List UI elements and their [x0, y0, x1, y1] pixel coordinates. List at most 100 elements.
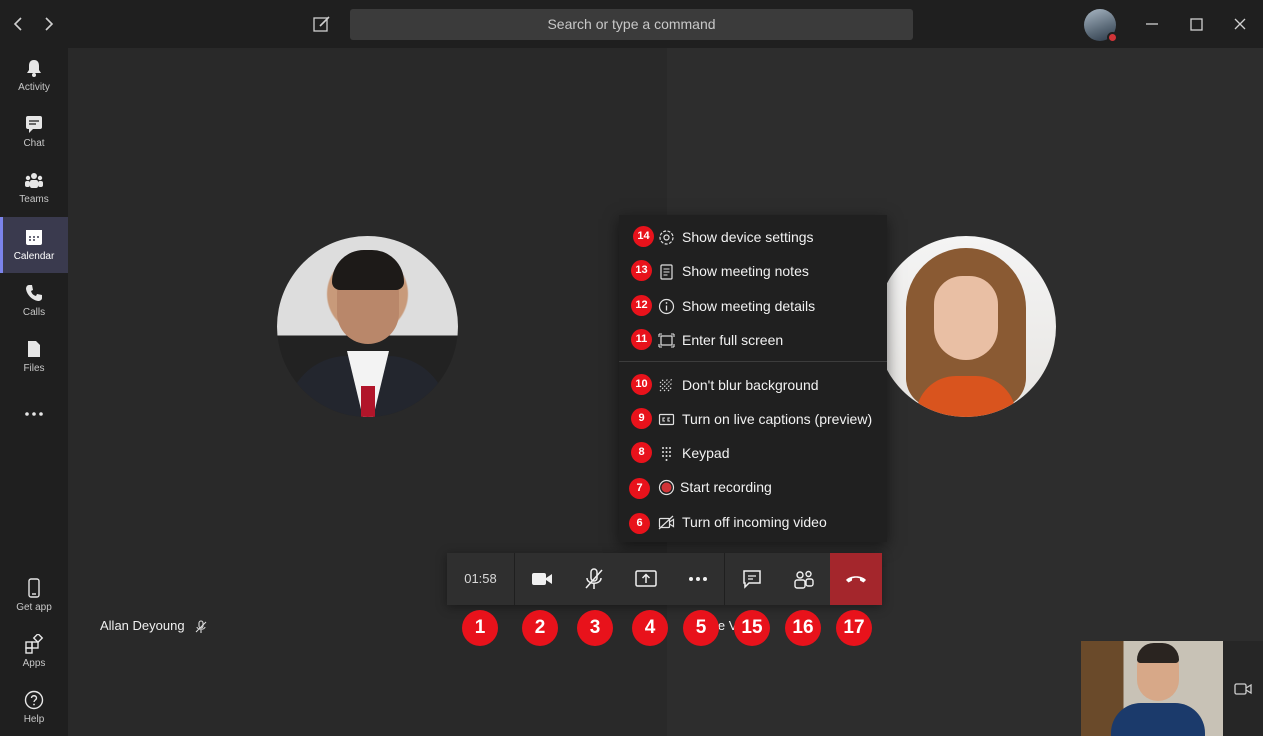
show-conversation-button[interactable]: [726, 553, 778, 605]
menu-item-meeting-notes[interactable]: 13 Show meeting notes: [619, 254, 887, 288]
blur-icon: [659, 378, 673, 392]
menu-item-label: Show meeting notes: [682, 263, 809, 279]
callout-badge: 1: [462, 610, 498, 646]
menu-item-keypad[interactable]: 8 Keypad: [619, 436, 887, 470]
menu-item-full-screen[interactable]: 11 Enter full screen: [619, 323, 887, 357]
camera-icon: [532, 573, 552, 585]
sidebar-item-get-app[interactable]: Get app: [0, 568, 68, 624]
more-icon: [25, 412, 43, 416]
share-screen-button[interactable]: [620, 553, 672, 605]
callout-badge: 13: [631, 260, 652, 281]
callout-badge: 14: [633, 226, 654, 247]
hang-up-icon: [846, 576, 866, 583]
show-participants-button[interactable]: [778, 553, 830, 605]
menu-item-label: Start recording: [680, 479, 772, 495]
callout-badge: 11: [631, 329, 652, 350]
callout-badge: 4: [632, 610, 668, 646]
sidebar-item-label: Activity: [18, 82, 50, 93]
chat-icon: [26, 116, 42, 133]
sidebar-item-label: Chat: [23, 138, 45, 149]
compose-icon: [313, 16, 330, 32]
menu-item-meeting-details[interactable]: 12 Show meeting details: [619, 289, 887, 323]
app-bar: Activity Chat Teams Calendar Calls Files…: [0, 48, 68, 736]
phone-icon: [26, 285, 42, 301]
avatar[interactable]: [1084, 9, 1118, 43]
mic-off-icon: [585, 568, 603, 589]
file-icon: [28, 341, 40, 357]
sidebar-item-help[interactable]: Help: [0, 680, 68, 736]
back-button[interactable]: [8, 12, 30, 36]
info-icon: [658, 298, 675, 315]
search-input[interactable]: Search or type a command: [350, 9, 913, 40]
self-video-preview[interactable]: [1081, 641, 1223, 736]
sidebar-item-label: Files: [23, 363, 45, 374]
callout-badge: 7: [629, 478, 650, 499]
menu-item-live-captions[interactable]: 9 Turn on live captions (preview): [619, 402, 887, 436]
participant-name: Allan Deyoung: [100, 618, 185, 633]
keypad-icon: [662, 447, 671, 461]
sidebar-item-label: Apps: [22, 658, 46, 669]
camera-toggle-button[interactable]: [516, 553, 568, 605]
sidebar-item-label: Teams: [19, 194, 49, 205]
video-icon: [1234, 683, 1252, 695]
toolbar-divider: [724, 553, 725, 605]
sidebar-item-label: Calls: [22, 307, 46, 318]
sidebar-item-apps[interactable]: Apps: [0, 624, 68, 680]
callout-badge: 5: [683, 610, 719, 646]
sidebar-item-more[interactable]: [0, 386, 68, 442]
share-screen-icon: [635, 570, 657, 587]
participant-avatar-allan: [277, 236, 458, 417]
menu-item-label: Turn on live captions (preview): [682, 411, 873, 427]
sidebar-item-chat[interactable]: Chat: [0, 104, 68, 160]
chevron-left-icon: [13, 17, 22, 31]
minimize-button[interactable]: [1140, 12, 1164, 36]
callout-badge: 12: [631, 295, 652, 316]
callout-badge: 6: [629, 513, 650, 534]
help-icon: [24, 690, 44, 710]
minimize-icon: [1146, 23, 1158, 25]
mic-toggle-button[interactable]: [568, 553, 620, 605]
callout-badge: 2: [522, 610, 558, 646]
close-button[interactable]: [1228, 12, 1252, 36]
maximize-button[interactable]: [1184, 12, 1208, 36]
more-options-icon: [689, 577, 707, 581]
mobile-icon: [28, 578, 40, 598]
teams-icon: [25, 173, 43, 188]
sidebar-item-calls[interactable]: Calls: [0, 273, 68, 329]
callout-badge: 8: [631, 442, 652, 463]
menu-item-label: Don't blur background: [682, 377, 819, 393]
fullscreen-icon: [658, 333, 675, 348]
bell-icon: [27, 60, 41, 77]
menu-item-start-recording[interactable]: 7 Start recording: [619, 470, 887, 504]
sidebar-item-activity[interactable]: Activity: [0, 48, 68, 104]
presence-busy-icon: [1107, 32, 1118, 43]
more-options-button[interactable]: [672, 553, 724, 605]
callout-badge: 15: [734, 610, 770, 646]
forward-button[interactable]: [37, 12, 59, 36]
menu-item-incoming-video[interactable]: 6 Turn off incoming video: [619, 505, 887, 539]
menu-item-blur-background[interactable]: 10 Don't blur background: [619, 368, 887, 402]
menu-item-label: Show meeting details: [682, 298, 816, 314]
callout-badge: 10: [631, 374, 652, 395]
self-view-toggle-button[interactable]: [1223, 641, 1263, 736]
participants-icon: [794, 570, 814, 589]
chevron-right-icon: [45, 17, 54, 31]
maximize-icon: [1190, 18, 1203, 31]
gear-icon: [659, 230, 674, 245]
captions-icon: [658, 413, 675, 426]
menu-item-device-settings[interactable]: 14 Show device settings: [619, 220, 887, 254]
hang-up-button[interactable]: [830, 553, 882, 605]
apps-icon: [25, 634, 44, 654]
callout-badge: 17: [836, 610, 872, 646]
callout-badge: 3: [577, 610, 613, 646]
mic-off-icon: [195, 620, 207, 633]
video-off-icon: [658, 515, 675, 530]
menu-divider: [619, 361, 887, 362]
participant-avatar-second: [876, 236, 1056, 417]
sidebar-item-teams[interactable]: Teams: [0, 160, 68, 216]
record-icon: [658, 479, 675, 496]
close-icon: [1234, 18, 1246, 30]
compose-button[interactable]: [311, 12, 333, 36]
sidebar-item-files[interactable]: Files: [0, 329, 68, 385]
sidebar-item-calendar[interactable]: Calendar: [0, 217, 68, 273]
